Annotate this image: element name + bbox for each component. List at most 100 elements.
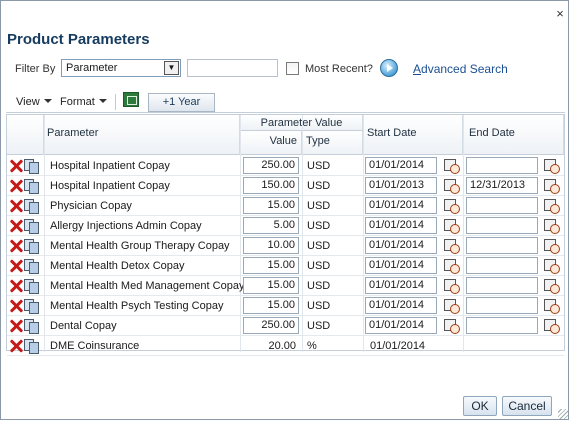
value-input[interactable]: 250.00 [243,317,299,334]
table-row: Physician Copay 15.00 USD 01/01/2014 [7,196,564,216]
filter-by-select[interactable]: Parameter ▼ [61,59,181,77]
value-header[interactable]: Value [240,131,302,155]
end-date-input[interactable] [466,317,538,334]
most-recent-checkbox[interactable] [286,62,299,75]
actions-header [7,115,44,155]
start-date-input[interactable]: 01/01/2014 [365,197,437,214]
delete-icon[interactable] [9,279,23,293]
delete-icon[interactable] [9,319,23,333]
value-input[interactable]: 15.00 [243,257,299,274]
parameter-name: Mental Health Med Management Copay [50,280,245,292]
start-date-input[interactable]: 01/01/2014 [365,297,437,314]
go-search-icon[interactable] [380,59,398,77]
duplicate-icon[interactable] [24,159,39,174]
view-menu-label: View [16,96,40,108]
value-input[interactable]: 5.00 [243,217,299,234]
type-header[interactable]: Type [302,131,363,155]
start-date-input[interactable]: 01/01/2014 [365,237,437,254]
delete-icon[interactable] [9,159,23,173]
value-input[interactable]: 250.00 [243,157,299,174]
calendar-icon[interactable] [544,258,560,274]
plus-one-year-button[interactable]: +1 Year [148,93,215,112]
advanced-search-access-key: A [413,62,422,76]
value-input[interactable]: 15.00 [243,197,299,214]
duplicate-icon[interactable] [24,199,39,214]
calendar-icon[interactable] [544,218,560,234]
start-date-input[interactable]: 01/01/2014 [365,317,437,334]
calendar-icon[interactable] [444,158,460,174]
chevron-down-icon[interactable]: ▼ [164,61,179,75]
calendar-icon[interactable] [444,178,460,194]
delete-icon[interactable] [9,339,23,353]
duplicate-icon[interactable] [24,319,39,334]
duplicate-icon[interactable] [24,299,39,314]
parameter-name: Allergy Injections Admin Copay [50,220,202,232]
end-date-input[interactable] [466,257,538,274]
filter-by-select-value: Parameter [66,62,118,74]
calendar-icon[interactable] [444,298,460,314]
duplicate-icon[interactable] [24,219,39,234]
duplicate-icon[interactable] [24,179,39,194]
end-date-input[interactable] [466,297,538,314]
calendar-icon[interactable] [544,278,560,294]
start-date-input[interactable]: 01/01/2014 [365,157,437,174]
duplicate-icon[interactable] [24,259,39,274]
duplicate-icon[interactable] [24,339,39,354]
start-date-input[interactable]: 01/01/2014 [365,257,437,274]
close-icon[interactable]: × [553,7,567,21]
most-recent-label: Most Recent? [305,63,373,75]
ok-button[interactable]: OK [463,396,497,416]
start-date-input[interactable]: 01/01/2013 [365,177,437,194]
start-date-input[interactable]: 01/01/2014 [365,217,437,234]
toolbar-separator [115,94,116,110]
value-input[interactable]: 10.00 [243,237,299,254]
calendar-icon[interactable] [544,238,560,254]
advanced-search-link[interactable]: Advanced Search [413,62,508,76]
delete-icon[interactable] [9,259,23,273]
calendar-icon[interactable] [544,198,560,214]
cancel-button[interactable]: Cancel [502,396,552,416]
table-row: Hospital Inpatient Copay 150.00 USD 01/01/2… [7,176,564,196]
end-date-input[interactable] [466,157,538,174]
filter-value-input[interactable] [187,59,278,77]
excel-export-icon[interactable] [123,92,139,107]
duplicate-icon[interactable] [24,279,39,294]
calendar-icon[interactable] [444,258,460,274]
end-date-header[interactable]: End Date [463,115,564,155]
format-menu[interactable]: Format [60,96,107,108]
start-date-header-label: Start Date [367,127,417,139]
type-header-label: Type [306,135,330,147]
end-date-header-label: End Date [469,127,515,139]
delete-icon[interactable] [9,239,23,253]
calendar-icon[interactable] [544,318,560,334]
delete-icon[interactable] [9,199,23,213]
format-menu-label: Format [60,96,95,108]
delete-icon[interactable] [9,299,23,313]
calendar-icon[interactable] [544,158,560,174]
duplicate-icon[interactable] [24,239,39,254]
end-date-input[interactable] [466,237,538,254]
view-menu[interactable]: View [16,96,52,108]
value-input[interactable]: 15.00 [243,277,299,294]
table-row: Mental Health Psych Testing Copay 15.00 US… [7,296,564,316]
calendar-icon[interactable] [544,178,560,194]
value-input[interactable]: 150.00 [243,177,299,194]
parameter-header[interactable]: Parameter [44,115,240,155]
start-date-input[interactable]: 01/01/2014 [365,277,437,294]
resize-grip[interactable] [558,409,568,419]
calendar-icon[interactable] [444,218,460,234]
calendar-icon[interactable] [544,298,560,314]
start-date-header[interactable]: Start Date [363,115,463,155]
calendar-icon[interactable] [444,238,460,254]
calendar-icon[interactable] [444,198,460,214]
end-date-input[interactable] [466,217,538,234]
calendar-icon[interactable] [444,278,460,294]
delete-icon[interactable] [9,179,23,193]
end-date-input[interactable] [466,197,538,214]
end-date-input[interactable] [466,277,538,294]
end-date-input[interactable]: 12/31/2013 [466,177,538,194]
delete-icon[interactable] [9,219,23,233]
product-parameters-dialog: × Product Parameters Filter By Parameter… [0,0,569,420]
value-input[interactable]: 15.00 [243,297,299,314]
calendar-icon[interactable] [444,318,460,334]
